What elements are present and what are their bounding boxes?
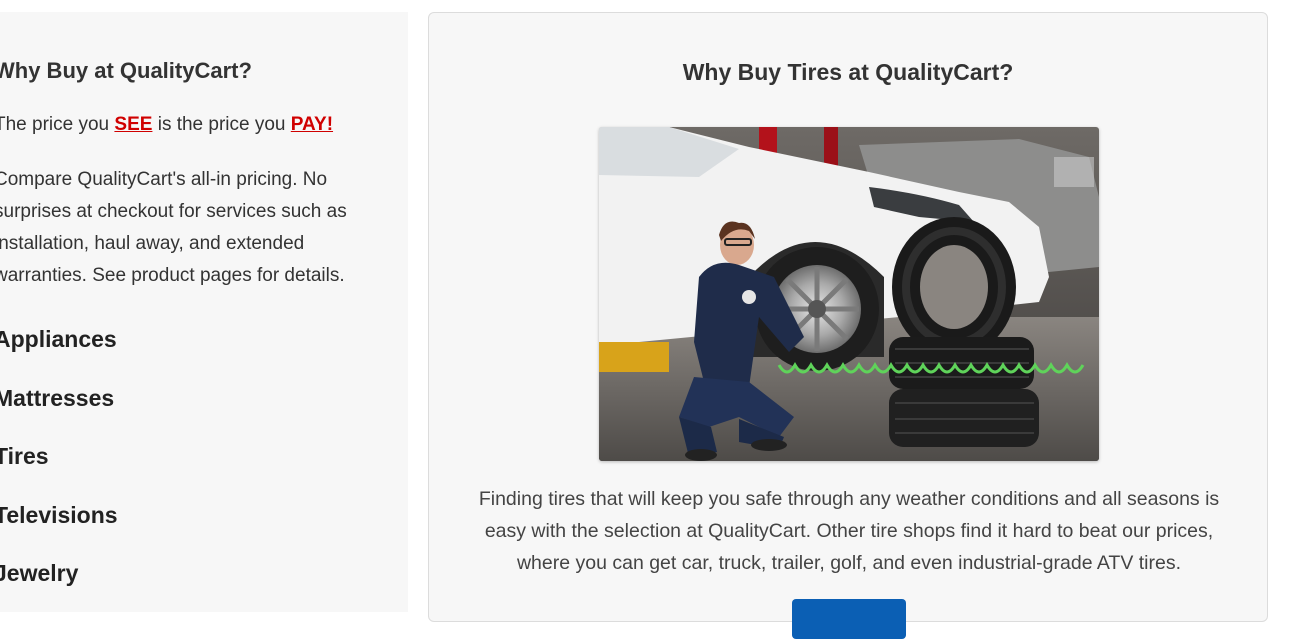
tires-info-card: Why Buy Tires at QualityCart? Finding ti… — [428, 12, 1268, 639]
price-text-2: is the price you — [152, 114, 291, 135]
tires-card-title: Why Buy Tires at QualityCart? — [682, 59, 1014, 85]
pricing-description: Compare QualityCart's all-in pricing. No… — [0, 169, 347, 286]
price-statement: The price you SEE is the price you PAY! — [0, 114, 333, 136]
pay-link[interactable]: PAY! — [291, 114, 333, 135]
tire-photo-illustration — [599, 127, 1099, 461]
shop-tires-button[interactable] — [792, 599, 906, 639]
category-televisions[interactable]: Televisions — [0, 500, 118, 559]
category-tires[interactable]: Tires — [0, 441, 118, 500]
category-jewelry[interactable]: Jewelry — [0, 558, 118, 617]
why-buy-panel: Why Buy at QualityCart? The price you SE… — [0, 12, 408, 612]
category-mattresses[interactable]: Mattresses — [0, 383, 118, 442]
why-buy-title: Why Buy at QualityCart? — [0, 58, 252, 83]
tire-technician-photo — [599, 127, 1099, 461]
see-link[interactable]: SEE — [114, 114, 152, 135]
category-list: Appliances Mattresses Tires Televisions … — [0, 324, 118, 617]
tires-description: Finding tires that will keep you safe th… — [478, 488, 1220, 574]
category-appliances[interactable]: Appliances — [0, 324, 118, 383]
price-text-1: The price you — [0, 114, 115, 135]
